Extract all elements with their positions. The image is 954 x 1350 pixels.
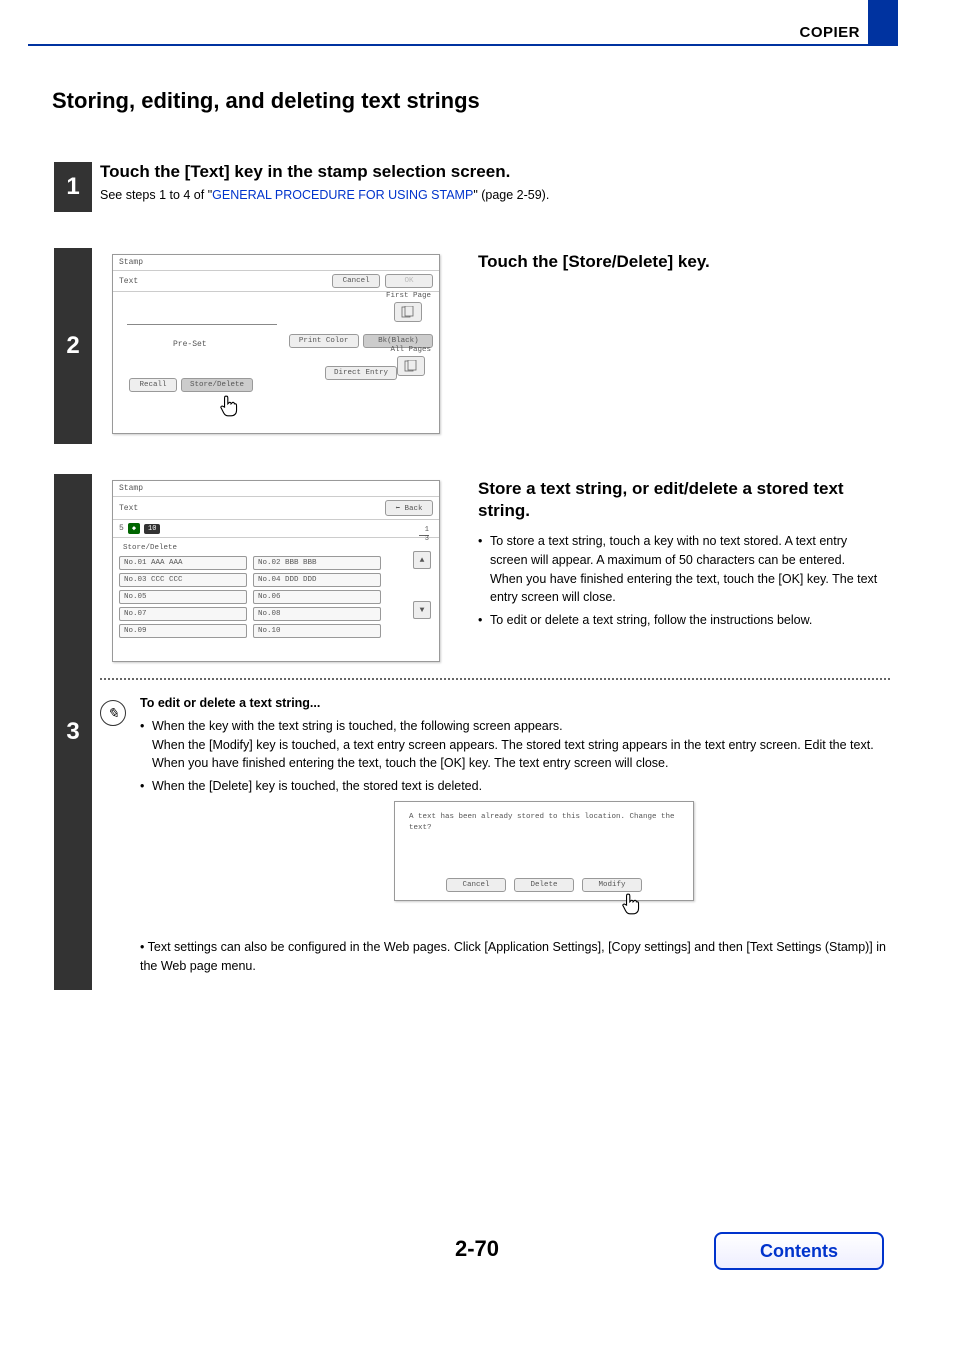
page-bot: 3 [419,536,429,544]
pages-icon [404,360,418,372]
list-item[interactable]: No.06 [253,590,381,604]
note-line-2: When the [Delete] key is touched, the st… [140,777,890,796]
list-item[interactable]: No.02 BBB BBB [253,556,381,570]
panel1-title: Stamp [113,255,439,271]
step3-heading: Store a text string, or edit/delete a st… [478,478,878,522]
panel2-subtitle: Text [119,504,138,513]
back-label: Back [405,505,423,513]
list-item[interactable]: No.10 [253,624,381,638]
page-top: 1 [419,527,429,535]
panel2-title: Stamp [113,481,439,497]
section-header: COPIER [799,24,860,41]
dialog-cancel-button[interactable]: Cancel [446,878,506,892]
step-badge-3: 3 [54,474,92,990]
dialog-message: A text has been already stored to this l… [395,802,693,839]
print-color-button[interactable]: Print Color [289,334,359,348]
list-item[interactable]: No.09 [119,624,247,638]
first-page-button[interactable] [394,302,422,322]
top-tab-decoration [868,0,898,46]
back-arrow-icon: ⬅ [395,505,400,513]
recall-button[interactable]: Recall [129,378,177,392]
list-item[interactable]: No.05 [119,590,247,604]
confirm-dialog: A text has been already stored to this l… [394,801,694,901]
preset-label: Pre-Set [173,340,207,349]
step1-sub-pre: See steps 1 to 4 of " [100,188,212,202]
step1-sub-post: " (page 2-59). [473,188,549,202]
step-badge-1: 1 [54,162,92,212]
first-page-label: First Page [386,292,431,300]
panel1-subtitle: Text [119,277,138,286]
scroll-down-button[interactable]: ▼ [413,601,431,619]
step3-bullet-1: To store a text string, touch a key with… [478,532,878,607]
page-title: Storing, editing, and deleting text stri… [52,88,480,114]
scroll-up-button[interactable]: ▲ [413,551,431,569]
text-preview-line [127,324,277,325]
hand-cursor-icon [219,394,241,418]
contents-button[interactable]: Contents [714,1232,884,1270]
store-delete-panel: Stamp Text ⬅ Back 5 ◆ 10 Store/Delete 1 … [112,480,440,662]
all-pages-label: All Pages [390,346,431,354]
general-procedure-link[interactable]: GENERAL PROCEDURE FOR USING STAMP [212,188,473,202]
step-badge-2: 2 [54,248,92,444]
arrow-up-icon: ▲ [420,556,425,565]
direct-entry-button[interactable]: Direct Entry [325,366,397,380]
note-title: To edit or delete a text string... [140,694,890,713]
stamp-text-panel: Stamp Text Cancel OK Pre-Set Recall Stor… [112,254,440,434]
pages-icon [401,306,415,318]
ok-button[interactable]: OK [385,274,433,288]
list-item[interactable]: No.04 DDD DDD [253,573,381,587]
count-left: 5 [119,524,124,533]
note-line-1: When the key with the text string is tou… [140,717,890,773]
list-item[interactable]: No.08 [253,607,381,621]
hand-cursor-icon [621,892,643,916]
step1-subtext: See steps 1 to 4 of "GENERAL PROCEDURE F… [100,188,880,202]
list-item[interactable]: No.01 AAA AAA [119,556,247,570]
step3-bullet-2: To edit or delete a text string, follow … [478,611,878,630]
final-note: Text settings can also be configured in … [140,938,890,976]
list-item[interactable]: No.07 [119,607,247,621]
step2-heading: Touch the [Store/Delete] key. [478,252,878,272]
store-delete-button[interactable]: Store/Delete [181,378,253,392]
note-icon: ✎ [100,700,126,726]
all-pages-button[interactable] [397,356,425,376]
step1-heading: Touch the [Text] key in the stamp select… [100,162,880,182]
cancel-button[interactable]: Cancel [332,274,380,288]
top-rule [28,44,898,46]
dialog-modify-button[interactable]: Modify [582,878,642,892]
count-right: 10 [144,524,160,534]
list-item[interactable]: No.03 CCC CCC [119,573,247,587]
dotted-separator [100,678,890,680]
arrow-down-icon: ▼ [420,606,425,615]
back-button[interactable]: ⬅ Back [385,500,433,516]
list-title: Store/Delete [123,544,177,552]
print-color-label: Print Color [299,337,349,345]
dialog-delete-button[interactable]: Delete [514,878,574,892]
